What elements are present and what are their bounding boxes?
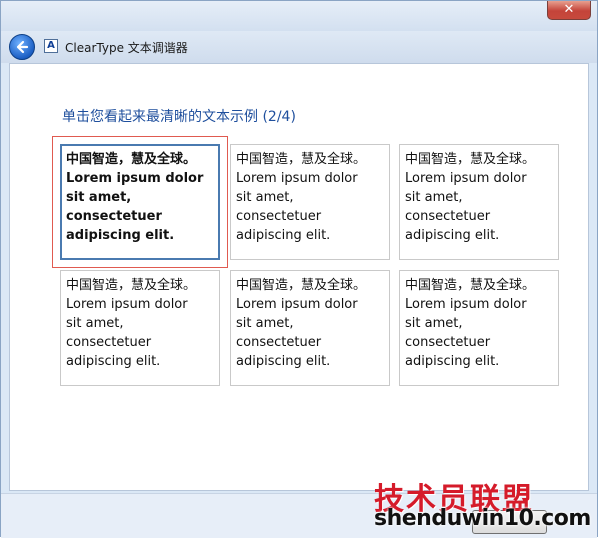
navigation-bar: A ClearType 文本调谐器	[1, 31, 597, 63]
footer-bar	[1, 493, 597, 538]
sample-text: 中国智造，慧及全球。 Lorem ipsum dolor sit amet, c…	[236, 152, 367, 243]
next-button[interactable]	[472, 510, 547, 534]
title-bar: ✕	[1, 1, 597, 31]
sample-text: 中国智造，慧及全球。 Lorem ipsum dolor sit amet, c…	[236, 278, 367, 369]
cleartype-window: ✕ A ClearType 文本调谐器 单击您看起来最清晰的文本示例 (2/4)…	[0, 0, 598, 538]
back-arrow-icon	[16, 40, 29, 54]
sample-text: 中国智造，慧及全球。 Lorem ipsum dolor sit amet, c…	[66, 152, 204, 243]
text-sample-6[interactable]: 中国智造，慧及全球。 Lorem ipsum dolor sit amet, c…	[399, 270, 559, 386]
text-sample-4[interactable]: 中国智造，慧及全球。 Lorem ipsum dolor sit amet, c…	[60, 270, 220, 386]
text-sample-2[interactable]: 中国智造，慧及全球。 Lorem ipsum dolor sit amet, c…	[230, 144, 390, 260]
sample-text: 中国智造，慧及全球。 Lorem ipsum dolor sit amet, c…	[405, 152, 536, 243]
sample-text: 中国智造，慧及全球。 Lorem ipsum dolor sit amet, c…	[405, 278, 536, 369]
back-button[interactable]	[9, 34, 35, 60]
close-button[interactable]: ✕	[547, 1, 591, 20]
cleartype-app-icon: A	[44, 39, 58, 53]
text-sample-3[interactable]: 中国智造，慧及全球。 Lorem ipsum dolor sit amet, c…	[399, 144, 559, 260]
sample-text: 中国智造，慧及全球。 Lorem ipsum dolor sit amet, c…	[66, 278, 197, 369]
text-sample-5[interactable]: 中国智造，慧及全球。 Lorem ipsum dolor sit amet, c…	[230, 270, 390, 386]
text-sample-1[interactable]: 中国智造，慧及全球。 Lorem ipsum dolor sit amet, c…	[60, 144, 220, 260]
content-area: 单击您看起来最清晰的文本示例 (2/4) 中国智造，慧及全球。 Lorem ip…	[9, 63, 589, 491]
window-title: ClearType 文本调谐器	[65, 41, 188, 55]
instruction-heading: 单击您看起来最清晰的文本示例 (2/4)	[62, 109, 296, 125]
